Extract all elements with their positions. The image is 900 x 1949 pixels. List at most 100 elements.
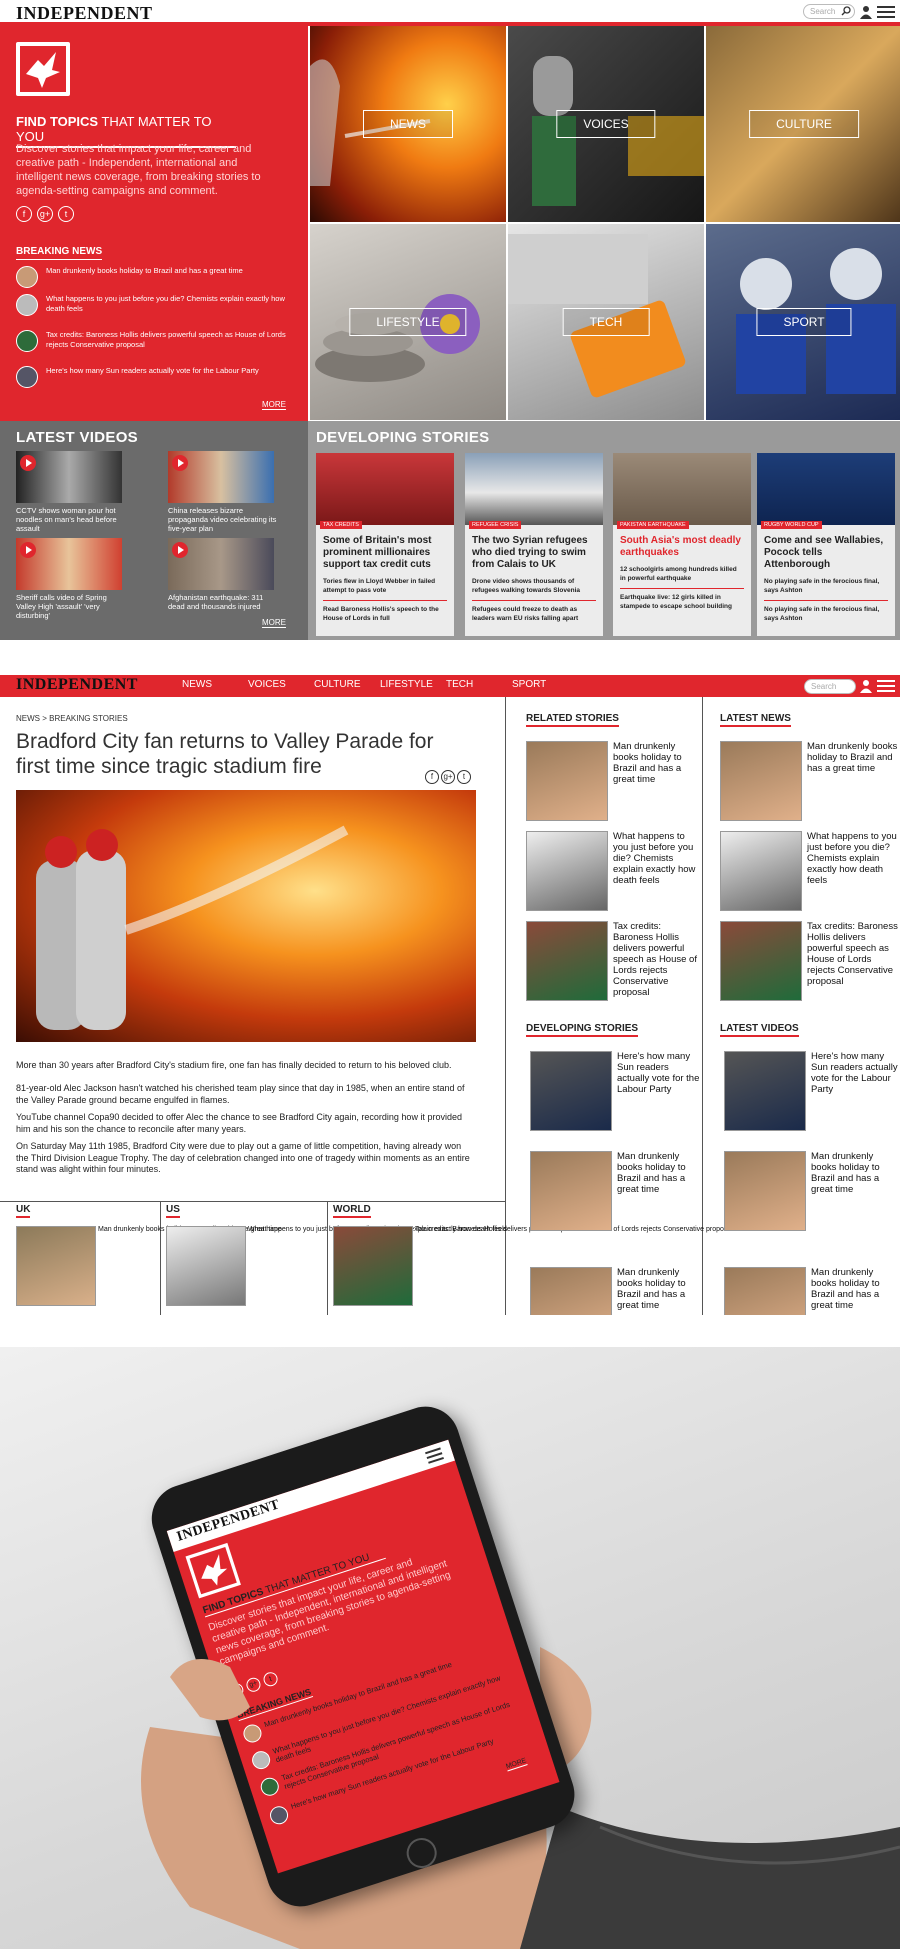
top-bar: INDEPENDENT Search <box>0 0 900 26</box>
avatar <box>16 366 38 388</box>
eagle-logo-icon <box>185 1542 241 1599</box>
story-card[interactable]: RUGBY WORLD CUP Come and see Wallabies, … <box>757 453 895 636</box>
article-paragraph: 81-year-old Alec Jackson hasn't watched … <box>16 1083 465 1105</box>
story-image <box>16 1226 96 1306</box>
breaking-news-item[interactable]: What happens to you just before you die?… <box>16 294 286 320</box>
list-item[interactable]: What happens to you just before you die?… <box>720 831 898 911</box>
site-logo[interactable]: INDEPENDENT <box>175 1497 282 1545</box>
phone-frame: INDEPENDENT FIND TOPICS THAT MATTER TO Y… <box>142 1397 584 1916</box>
google-plus-icon[interactable]: g+ <box>244 1675 263 1694</box>
story-card[interactable]: PAKISTAN EARTHQUAKE South Asia's most de… <box>613 453 751 636</box>
eagle-logo-icon <box>16 42 70 96</box>
divider <box>505 697 506 1315</box>
hero-description: Discover stories that impact your life, … <box>16 143 261 197</box>
video-item[interactable]: CCTV shows woman pour hot noodles on man… <box>16 451 126 533</box>
google-plus-icon[interactable]: g+ <box>441 770 455 784</box>
tile-news[interactable]: NEWS <box>310 26 506 222</box>
breaking-news-item[interactable]: Tax credits: Baroness Hollis delivers po… <box>16 330 286 356</box>
more-link[interactable]: MORE <box>262 618 286 628</box>
video-item[interactable]: Sheriff calls video of Spring Valley Hig… <box>16 538 126 620</box>
list-item[interactable]: Here's how many Sun readers actually vot… <box>530 1051 702 1131</box>
user-icon[interactable] <box>860 5 872 19</box>
card-title: Some of Britain's most prominent million… <box>323 535 432 570</box>
tile-sport[interactable]: SPORT <box>706 224 900 420</box>
play-icon <box>172 455 188 471</box>
menu-icon[interactable] <box>425 1447 444 1464</box>
divider <box>764 600 888 601</box>
card-image: PAKISTAN EARTHQUAKE <box>613 453 751 529</box>
list-item[interactable]: Man drunkenly books holiday to Brazil an… <box>724 1267 900 1315</box>
video-item[interactable]: China releases bizarre propaganda video … <box>168 451 278 533</box>
tile-label: VOICES <box>556 110 656 138</box>
article-headline: Bradford City fan returns to Valley Para… <box>16 730 434 778</box>
tile-lifestyle[interactable]: LIFESTYLE <box>310 224 506 420</box>
list-item[interactable]: Here's how many Sun readers actually vot… <box>724 1051 900 1131</box>
avatar <box>258 1775 282 1799</box>
user-icon[interactable] <box>860 679 872 693</box>
list-item[interactable]: Man drunkenly books holiday to Brazil an… <box>530 1267 702 1315</box>
list-item[interactable]: Tax credits: Baroness Hollis delivers po… <box>720 921 898 1001</box>
latest-news-heading: LATEST NEWS <box>720 713 791 727</box>
twitter-icon[interactable]: t <box>58 206 74 222</box>
card-title: The two Syrian refugees who died trying … <box>472 535 588 570</box>
list-item[interactable]: What happens to you just before you die?… <box>526 831 702 911</box>
story-image <box>526 921 608 1001</box>
breaking-news-item[interactable]: Man drunkenly books holiday to Brazil an… <box>16 266 286 292</box>
menu-icon[interactable] <box>877 680 895 693</box>
card-image: TAX CREDITS <box>316 453 454 529</box>
section-heading-world[interactable]: WORLD <box>333 1204 371 1218</box>
facebook-icon[interactable]: f <box>425 770 439 784</box>
mobile-mockup: INDEPENDENT FIND TOPICS THAT MATTER TO Y… <box>0 1347 900 1949</box>
twitter-icon[interactable]: t <box>261 1670 280 1689</box>
card-title: South Asia's most deadly earthquakes <box>620 535 741 558</box>
twitter-icon[interactable]: t <box>457 770 471 784</box>
breadcrumb[interactable]: NEWS > BREAKING STORIES <box>16 714 128 723</box>
list-item[interactable]: Man drunkenly books holiday to Brazil an… <box>724 1151 900 1231</box>
nav-item-lifestyle[interactable]: LIFESTYLE <box>380 679 446 690</box>
avatar <box>241 1722 264 1745</box>
section-heading-uk[interactable]: UK <box>16 1204 31 1218</box>
hero-panel: FIND TOPICS THAT MATTER TO YOU Discover … <box>0 26 308 421</box>
nav-item-news[interactable]: NEWS <box>182 679 248 690</box>
avatar <box>249 1748 273 1772</box>
nav-item-sport[interactable]: SPORT <box>512 679 578 690</box>
story-card[interactable]: TAX CREDITS Some of Britain's most promi… <box>316 453 454 636</box>
tile-label: SPORT <box>756 308 852 336</box>
breaking-news-item[interactable]: Here's how many Sun readers actually vot… <box>16 366 286 392</box>
divider <box>472 600 596 601</box>
more-link[interactable]: MORE <box>262 400 286 410</box>
menu-icon[interactable] <box>877 6 895 19</box>
divider <box>0 1201 505 1202</box>
google-plus-icon[interactable]: g+ <box>37 206 53 222</box>
list-item[interactable]: Man drunkenly books holiday to Brazil an… <box>720 741 898 821</box>
divider <box>620 588 744 589</box>
more-link[interactable]: MORE <box>505 1757 528 1772</box>
related-stories-heading: RELATED STORIES <box>526 713 619 727</box>
list-item[interactable]: Man drunkenly books holiday to Brazil an… <box>526 741 702 821</box>
card-title: Come and see Wallabies, Pocock tells Att… <box>764 535 884 570</box>
nav-item-culture[interactable]: CULTURE <box>314 679 380 690</box>
list-item[interactable]: Man drunkenly books holiday to Brazil an… <box>530 1151 702 1231</box>
video-item[interactable]: Afghanistan earthquake: 311 dead and tho… <box>168 538 278 611</box>
facebook-icon[interactable]: f <box>227 1681 246 1700</box>
list-item[interactable]: Tax credits: Baroness Hollis delivers po… <box>526 921 702 1001</box>
tile-label: NEWS <box>363 110 453 138</box>
search-icon[interactable] <box>842 681 852 691</box>
tile-label: TECH <box>562 308 650 336</box>
search-icon[interactable] <box>841 6 851 16</box>
site-logo[interactable]: INDEPENDENT <box>16 3 153 24</box>
facebook-icon[interactable]: f <box>16 206 32 222</box>
site-logo[interactable]: INDEPENDENT <box>16 676 138 694</box>
nav-item-tech[interactable]: TECH <box>446 679 512 690</box>
story-image <box>720 831 802 911</box>
tile-voices[interactable]: VOICES <box>508 26 704 222</box>
story-image <box>166 1226 246 1306</box>
article-page-mockup: INDEPENDENT NEWS VOICES CULTURE LIFESTYL… <box>0 675 900 1315</box>
story-card[interactable]: REFUGEE CRISIS The two Syrian refugees w… <box>465 453 603 636</box>
tile-culture[interactable]: CULTURE <box>706 26 900 222</box>
avatar <box>16 330 38 352</box>
avatar <box>267 1803 291 1827</box>
section-heading-us[interactable]: US <box>166 1204 180 1218</box>
nav-item-voices[interactable]: VOICES <box>248 679 314 690</box>
tile-tech[interactable]: TECH <box>508 224 704 420</box>
